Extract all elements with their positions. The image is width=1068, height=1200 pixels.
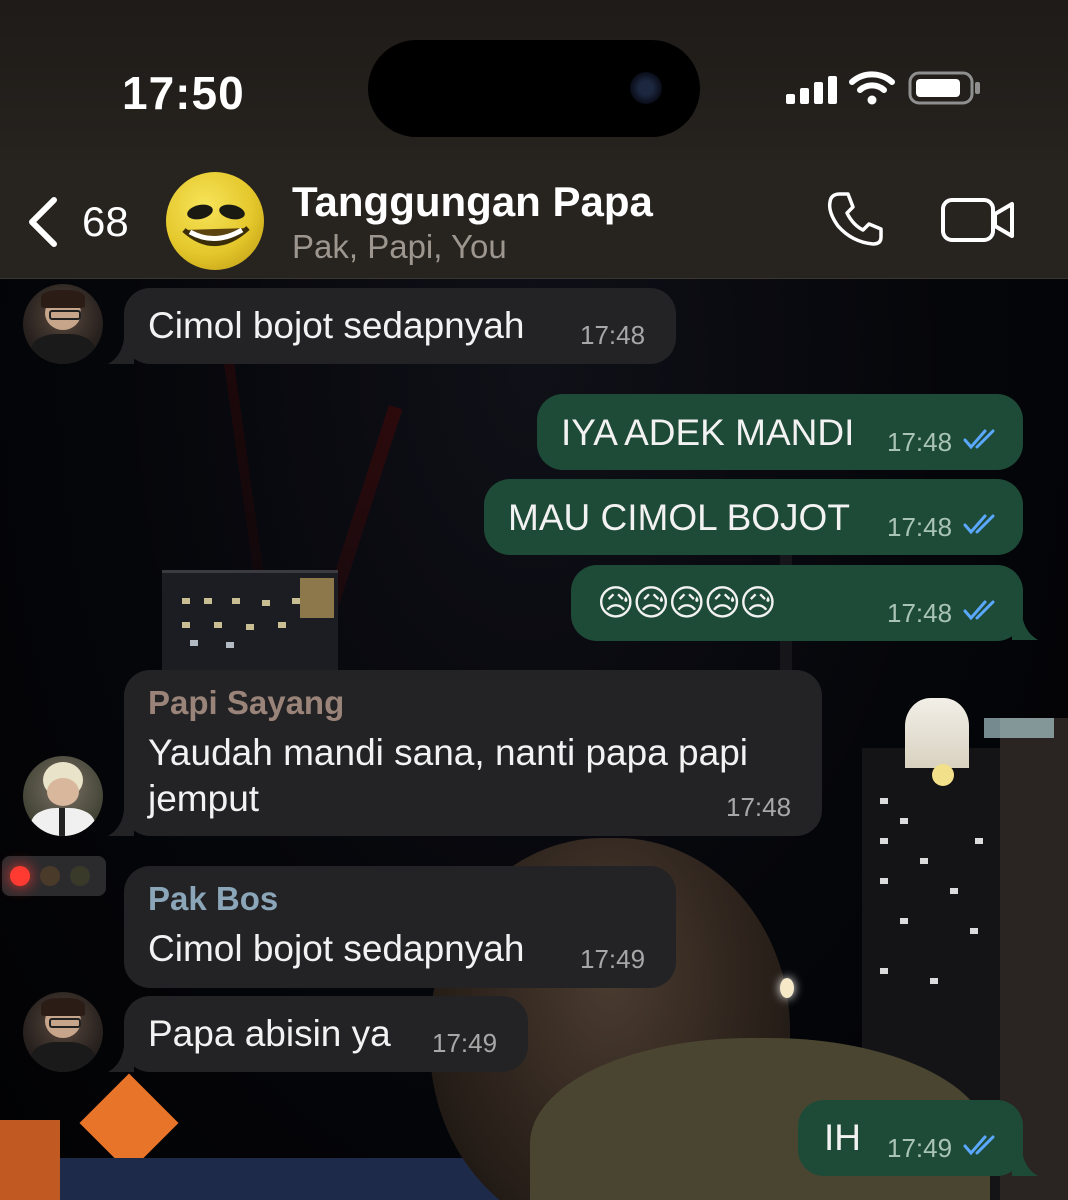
message-time: 17:48 — [887, 427, 953, 457]
read-receipt-icon — [963, 600, 995, 621]
chat-title[interactable]: Tanggungan Papa — [292, 178, 653, 226]
message-time: 17:49 — [580, 944, 646, 974]
front-camera-icon — [630, 72, 662, 104]
message-bubble-outgoing[interactable]: MAU CIMOL BOJOT 17:48 — [484, 479, 1023, 555]
message-time: 17:48 — [887, 512, 953, 542]
bubble-tail — [108, 338, 134, 364]
message-text: Cimol bojot sedapnyah — [148, 305, 525, 346]
read-receipt-icon — [963, 429, 995, 450]
message-text: MAU CIMOL BOJOT — [508, 497, 850, 538]
message-time: 17:48 — [887, 598, 953, 628]
message-bubble-outgoing[interactable]: 😥😥😥😥😥 17:48 — [571, 565, 1023, 641]
bubble-tail — [1012, 1150, 1038, 1176]
message-time: 17:49 — [432, 1028, 498, 1058]
message-text: Yaudah mandi sana, nanti papa papi — [148, 732, 749, 773]
video-camera-icon[interactable] — [940, 196, 1016, 244]
message-bubble-incoming[interactable]: Cimol bojot sedapnyah 17:48 — [124, 288, 676, 364]
message-bubble-incoming[interactable]: Papa abisin ya 17:49 — [124, 996, 528, 1072]
dynamic-island — [368, 40, 700, 137]
cellular-signal-icon — [786, 76, 838, 104]
message-time: 17:48 — [580, 320, 646, 350]
chevron-left-icon[interactable] — [26, 196, 60, 248]
message-text: IH — [824, 1117, 861, 1158]
sender-name: Papi Sayang — [148, 684, 345, 721]
bubble-tail — [1012, 614, 1038, 640]
message-time: 17:49 — [887, 1133, 953, 1163]
message-text: Papa abisin ya — [148, 1013, 391, 1054]
bubble-tail — [108, 810, 134, 836]
message-text: IYA ADEK MANDI — [561, 412, 855, 453]
battery-icon — [908, 71, 980, 105]
message-bubble-incoming[interactable]: Papi Sayang Yaudah mandi sana, nanti pap… — [124, 670, 822, 836]
smiling-face-icon — [182, 204, 250, 246]
message-bubble-outgoing[interactable]: IYA ADEK MANDI 17:48 — [537, 394, 1023, 470]
wifi-icon — [849, 71, 895, 105]
message-bubble-outgoing[interactable]: IH 17:49 — [798, 1100, 1023, 1176]
message-text: Cimol bojot sedapnyah — [148, 928, 525, 969]
status-time: 17:50 — [122, 67, 245, 119]
message-emoji: 😥😥😥😥😥 — [597, 583, 777, 624]
message-bubble-incoming[interactable]: Pak Bos Cimol bojot sedapnyah 17:49 — [124, 866, 676, 988]
bubble-tail — [108, 1046, 134, 1072]
group-avatar[interactable] — [166, 172, 264, 270]
read-receipt-icon — [963, 1135, 995, 1156]
sender-name: Pak Bos — [148, 880, 279, 917]
read-receipt-icon — [963, 514, 995, 535]
sender-avatar-papi[interactable] — [23, 756, 103, 836]
chat-header: 68 Tanggungan Papa Pak, Papi, You — [0, 160, 1068, 279]
message-text: jemput — [148, 778, 260, 819]
sender-avatar-pak[interactable] — [23, 284, 103, 364]
phone-icon[interactable] — [826, 190, 884, 248]
back-unread-count[interactable]: 68 — [82, 198, 129, 246]
sender-avatar-pak[interactable] — [23, 992, 103, 1072]
message-time: 17:48 — [726, 792, 792, 822]
status-bar: 17:50 — [0, 0, 1068, 160]
chat-participants[interactable]: Pak, Papi, You — [292, 228, 507, 266]
